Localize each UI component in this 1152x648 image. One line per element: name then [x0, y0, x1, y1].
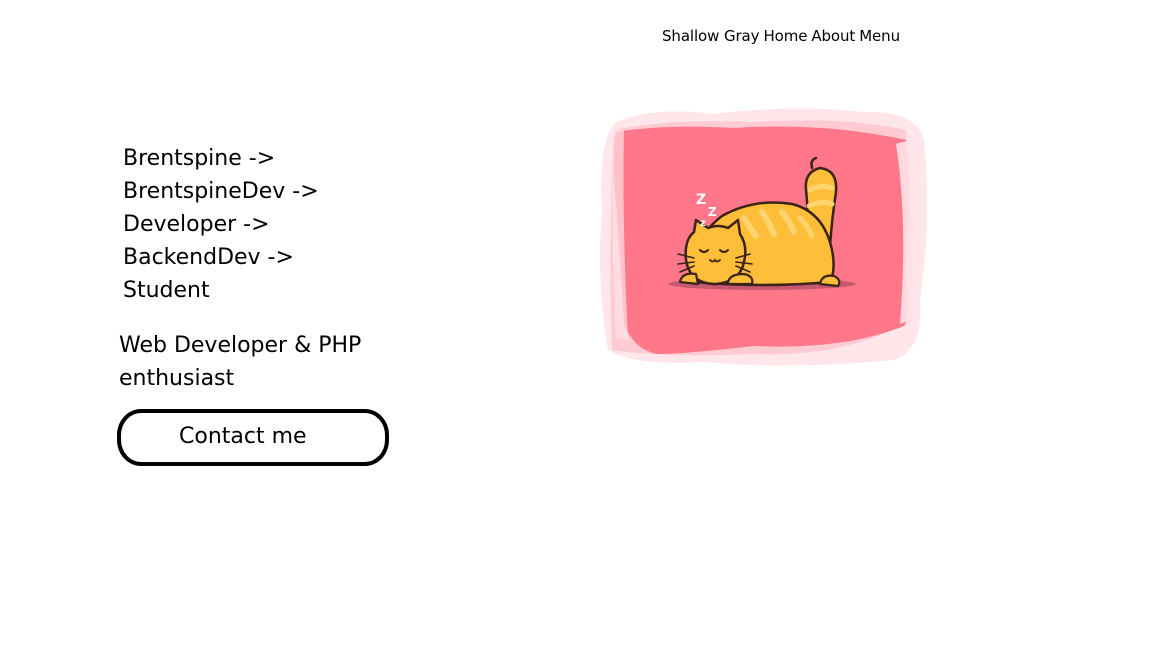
role-item: BackendDev ->	[123, 245, 294, 270]
role-item: Developer ->	[123, 212, 270, 237]
hero-image: Z Z z	[594, 100, 930, 368]
cat-back-paw	[818, 274, 841, 288]
role-item: Student	[123, 278, 210, 303]
nav-brand[interactable]: Shallow Gray	[662, 27, 760, 45]
sleep-z: Z	[708, 205, 717, 219]
tagline: Web Developer & PHP enthusiast	[119, 333, 362, 391]
cat-paw	[678, 272, 700, 286]
contact-button[interactable]: Contact me	[117, 409, 389, 466]
sleeping-cat-illustration: Z Z z	[600, 108, 928, 366]
role-item: Brentspine ->	[123, 146, 276, 171]
nav-link-about[interactable]: About	[811, 27, 855, 45]
nav-link-menu[interactable]: Menu	[859, 27, 900, 45]
role-chain: Brentspine -> BrentspineDev -> Developer…	[123, 142, 319, 307]
role-item: BrentspineDev ->	[123, 179, 319, 204]
nav-link-home[interactable]: Home	[763, 27, 807, 45]
cat-mouth	[709, 258, 721, 263]
sleep-z: Z	[696, 192, 706, 208]
sleep-z: z	[700, 218, 706, 229]
page: Shallow Gray Home About Menu Brentspine -> …	[0, 0, 1152, 648]
cat-paw	[726, 272, 754, 286]
top-nav: Shallow Gray Home About Menu	[662, 27, 900, 45]
